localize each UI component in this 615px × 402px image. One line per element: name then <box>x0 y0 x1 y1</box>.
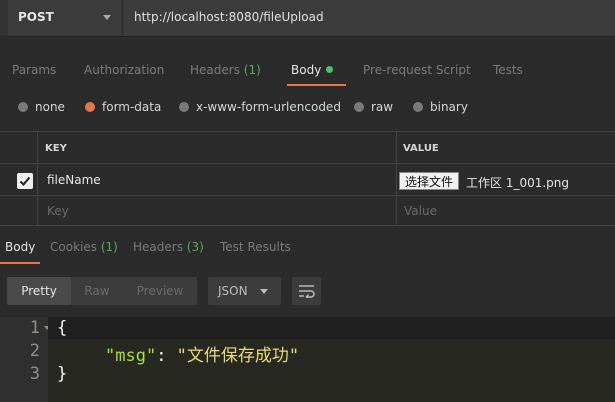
chevron-down-icon <box>103 15 111 20</box>
tab-tests-label: Tests <box>493 63 523 77</box>
tab-pre-request-label: Pre-request Script <box>363 63 471 77</box>
active-line-highlight <box>48 317 615 339</box>
radio-icon <box>179 102 189 112</box>
active-response-tab-indicator <box>0 262 40 264</box>
table-row: fileName 选择文件 工作区 1_001.png <box>0 164 615 196</box>
tab-params[interactable]: Params <box>12 63 56 77</box>
form-data-table: KEY VALUE fileName 选择文件 工作区 1_001.png Ke… <box>0 131 615 226</box>
tab-headers-count: (1) <box>243 63 261 77</box>
response-tab-test-results-label: Test Results <box>220 240 291 254</box>
radio-icon <box>413 102 423 112</box>
json-open-brace: { <box>57 318 68 338</box>
response-body-viewer[interactable]: 1 2 3 { "msg": "文件保存成功" } <box>0 317 615 402</box>
radio-binary[interactable]: binary <box>413 100 468 114</box>
column-header-value: VALUE <box>403 143 439 154</box>
radio-none[interactable]: none <box>18 100 65 114</box>
column-divider <box>37 132 38 226</box>
response-tab-body[interactable]: Body <box>5 240 35 254</box>
key-cell-input[interactable]: fileName <box>47 173 101 187</box>
method-select[interactable]: POST <box>8 0 121 36</box>
radio-icon <box>354 102 364 112</box>
checkmark-icon <box>19 176 31 186</box>
radio-none-label: none <box>35 100 65 114</box>
pretty-button[interactable]: Pretty <box>7 277 71 305</box>
line-number-gutter: 1 2 3 <box>0 317 50 402</box>
response-tab-cookies-label: Cookies <box>50 240 97 254</box>
preview-button[interactable]: Preview <box>127 277 193 305</box>
tab-body-label: Body <box>291 63 322 77</box>
request-tabs: Params Authorization Headers (1) Body Pr… <box>0 56 615 86</box>
json-line: "msg": "文件保存成功" <box>105 341 299 366</box>
json-string-value: "文件保存成功" <box>176 346 300 366</box>
response-tab-headers-label: Headers <box>133 240 183 254</box>
format-label: JSON <box>218 284 248 298</box>
format-select[interactable]: JSON <box>208 277 281 305</box>
radio-raw-label: raw <box>371 100 394 114</box>
choose-file-button[interactable]: 选择文件 <box>399 172 460 190</box>
radio-raw[interactable]: raw <box>354 100 393 114</box>
json-close-brace: } <box>57 364 68 384</box>
response-tab-headers-count: (3) <box>186 240 204 254</box>
view-mode-toggle: Pretty Raw Preview <box>7 277 197 305</box>
radio-selected-icon <box>85 102 95 112</box>
column-divider <box>396 132 397 226</box>
radio-binary-label: binary <box>430 100 468 114</box>
radio-form-data[interactable]: form-data <box>85 100 161 114</box>
body-type-radios: none form-data x-www-form-urlencoded raw… <box>0 96 615 120</box>
url-input[interactable]: http://localhost:8080/fileUpload <box>124 0 615 36</box>
response-tab-cookies-count: (1) <box>100 240 118 254</box>
selected-file-name: 工作区 1_001.png <box>466 176 570 190</box>
tab-authorization-label: Authorization <box>84 63 165 77</box>
tab-headers-label: Headers <box>190 63 240 77</box>
line-number: 1 <box>29 318 40 338</box>
chevron-down-icon <box>260 289 268 294</box>
tab-tests[interactable]: Tests <box>493 63 523 77</box>
response-tab-headers[interactable]: Headers (3) <box>133 240 204 254</box>
new-key-input[interactable]: Key <box>47 204 69 218</box>
json-key: "msg" <box>105 346 157 366</box>
row-enabled-checkbox[interactable] <box>17 173 33 189</box>
radio-urlencoded[interactable]: x-www-form-urlencoded <box>179 100 341 114</box>
response-tab-test-results[interactable]: Test Results <box>220 240 291 254</box>
response-tab-cookies[interactable]: Cookies (1) <box>50 240 118 254</box>
response-tab-body-label: Body <box>5 240 36 254</box>
status-dot-icon <box>326 66 334 73</box>
line-number: 2 <box>29 341 40 361</box>
raw-button[interactable]: Raw <box>71 277 123 305</box>
tab-authorization[interactable]: Authorization <box>84 63 164 77</box>
request-bar: POST http://localhost:8080/fileUpload <box>0 0 615 37</box>
active-tab-indicator <box>287 84 346 86</box>
radio-urlencoded-label: x-www-form-urlencoded <box>196 100 341 114</box>
table-header-row: KEY VALUE <box>0 132 615 164</box>
json-colon: : <box>156 346 177 366</box>
wrap-lines-button[interactable] <box>292 277 321 305</box>
tab-params-label: Params <box>12 63 57 77</box>
new-value-input[interactable]: Value <box>404 204 437 218</box>
tab-headers[interactable]: Headers (1) <box>190 63 261 77</box>
method-label: POST <box>18 10 54 24</box>
table-row-empty: Key Value <box>0 196 615 226</box>
tab-body[interactable]: Body <box>291 63 334 77</box>
radio-icon <box>18 102 28 112</box>
column-header-key: KEY <box>45 143 67 154</box>
response-tabs: Body Cookies (1) Headers (3) Test Result… <box>0 237 615 265</box>
url-text: http://localhost:8080/fileUpload <box>134 10 324 24</box>
radio-form-data-label: form-data <box>102 100 162 114</box>
tab-pre-request-script[interactable]: Pre-request Script <box>363 63 471 77</box>
wrap-lines-icon <box>299 285 315 298</box>
line-number: 3 <box>29 364 40 384</box>
